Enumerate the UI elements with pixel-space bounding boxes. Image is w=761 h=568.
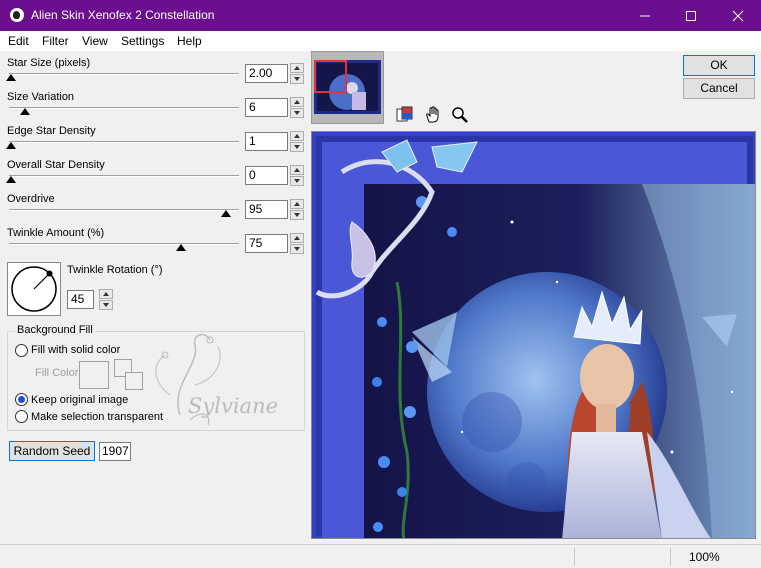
slider-label: Twinkle Amount (%) <box>7 227 105 239</box>
slider-overdrive: Overdrive 95 <box>0 193 310 227</box>
twinkle-amount-input[interactable]: 75 <box>245 234 288 253</box>
fill-solid-radio[interactable] <box>15 344 28 357</box>
twinkle-rotation-spinner[interactable] <box>99 289 113 310</box>
fill-color-label: Fill Color <box>35 367 79 379</box>
edge-star-density-input[interactable]: 1 <box>245 132 288 151</box>
twinkle-rotation-label: Twinkle Rotation (°) <box>67 264 163 276</box>
menu-settings[interactable]: Settings <box>121 34 164 48</box>
slider-thumb[interactable] <box>19 108 30 115</box>
spin-up-icon[interactable] <box>290 63 304 73</box>
star-size-spinner[interactable] <box>290 63 304 84</box>
slider-label: Star Size (pixels) <box>7 57 91 69</box>
slider-size-variation: Size Variation 6 <box>0 91 310 125</box>
menu-filter[interactable]: Filter <box>42 34 69 48</box>
spin-up-icon[interactable] <box>290 233 304 243</box>
slider-label: Overall Star Density <box>7 159 105 171</box>
random-seed-input[interactable]: 1907 <box>99 442 131 461</box>
zoom-icon <box>452 106 468 123</box>
overall-star-density-spinner[interactable] <box>290 165 304 186</box>
random-seed-button[interactable]: Random Seed <box>9 441 95 461</box>
slider-label: Overdrive <box>7 193 55 205</box>
slider-label: Size Variation <box>7 91 75 103</box>
thumbnail-image <box>312 52 383 123</box>
spin-up-icon[interactable] <box>290 199 304 209</box>
spin-down-icon[interactable] <box>290 176 304 186</box>
spin-up-icon[interactable] <box>99 289 113 299</box>
keep-original-radio[interactable] <box>15 393 28 406</box>
status-separator <box>574 548 575 566</box>
spin-down-icon[interactable] <box>290 244 304 254</box>
minimize-icon <box>640 15 650 16</box>
preview-image <box>312 132 755 538</box>
menu-help[interactable]: Help <box>177 34 202 48</box>
dial-icon <box>11 266 57 312</box>
slider-thumb[interactable] <box>220 210 231 217</box>
slider-track[interactable] <box>9 243 239 245</box>
spin-down-icon[interactable] <box>99 300 113 310</box>
size-variation-spinner[interactable] <box>290 97 304 118</box>
hand-tool-button[interactable] <box>422 104 444 125</box>
slider-label: Edge Star Density <box>7 125 96 137</box>
close-button[interactable] <box>715 0 761 31</box>
zoom-level: 100% <box>689 550 720 564</box>
title-bar: Alien Skin Xenofex 2 Constellation <box>0 0 761 31</box>
fill-solid-label[interactable]: Fill with solid color <box>31 344 120 356</box>
watermark-text: Sylviane <box>188 394 278 418</box>
status-separator <box>670 548 671 566</box>
slider-track[interactable] <box>9 73 239 75</box>
menu-bar: Edit Filter View Settings Help <box>0 31 761 51</box>
twinkle-rotation-input[interactable]: 45 <box>67 290 94 309</box>
spin-up-icon[interactable] <box>290 165 304 175</box>
compare-icon <box>396 106 413 121</box>
menu-view[interactable]: View <box>82 34 108 48</box>
spin-down-icon[interactable] <box>290 108 304 118</box>
slider-thumb[interactable] <box>6 142 16 149</box>
star-size-input[interactable]: 2.00 <box>245 64 288 83</box>
slider-track[interactable] <box>9 141 239 143</box>
maximize-button[interactable] <box>668 0 714 31</box>
overdrive-spinner[interactable] <box>290 199 304 220</box>
preview-thumbnail[interactable] <box>311 51 384 124</box>
spin-down-icon[interactable] <box>290 210 304 220</box>
cancel-button[interactable]: Cancel <box>683 78 755 99</box>
twinkle-amount-spinner[interactable] <box>290 233 304 254</box>
status-bar: 100% <box>0 544 761 568</box>
minimize-button[interactable] <box>622 0 668 31</box>
slider-edge-star-density: Edge Star Density 1 <box>0 125 310 159</box>
slider-star-size: Star Size (pixels) 2.00 <box>0 57 310 91</box>
alien-skin-icon <box>10 8 24 22</box>
slider-track[interactable] <box>9 175 239 177</box>
slider-thumb[interactable] <box>6 74 16 81</box>
spin-down-icon[interactable] <box>290 74 304 84</box>
edge-star-density-spinner[interactable] <box>290 131 304 152</box>
compare-tool-button[interactable] <box>394 104 416 125</box>
zoom-tool-button[interactable] <box>449 104 471 125</box>
background-fill-legend: Background Fill <box>15 324 95 336</box>
slider-thumb[interactable] <box>175 244 186 251</box>
window-title: Alien Skin Xenofex 2 Constellation <box>31 8 215 22</box>
slider-twinkle-amount: Twinkle Amount (%) 75 <box>0 227 310 261</box>
sylviane-watermark: Sylviane <box>140 325 300 435</box>
slider-track[interactable] <box>9 107 239 109</box>
ok-button[interactable]: OK <box>683 55 755 76</box>
preview-canvas[interactable] <box>311 131 756 539</box>
spin-down-icon[interactable] <box>290 142 304 152</box>
overdrive-input[interactable]: 95 <box>245 200 288 219</box>
size-variation-input[interactable]: 6 <box>245 98 288 117</box>
spin-up-icon[interactable] <box>290 131 304 141</box>
slider-thumb[interactable] <box>6 176 16 183</box>
hand-icon <box>426 105 439 122</box>
maximize-icon <box>686 10 696 21</box>
watermark-ornament-icon: Sylviane <box>155 333 278 426</box>
spin-up-icon[interactable] <box>290 97 304 107</box>
slider-track[interactable] <box>9 209 239 211</box>
close-icon <box>732 10 744 21</box>
keep-original-label[interactable]: Keep original image <box>31 394 128 406</box>
fill-color-swatch[interactable] <box>79 361 109 389</box>
slider-overall-star-density: Overall Star Density 0 <box>0 159 310 193</box>
menu-edit[interactable]: Edit <box>8 34 29 48</box>
transparent-radio[interactable] <box>15 410 28 423</box>
overall-star-density-input[interactable]: 0 <box>245 166 288 185</box>
twinkle-rotation-dial[interactable] <box>7 262 61 316</box>
